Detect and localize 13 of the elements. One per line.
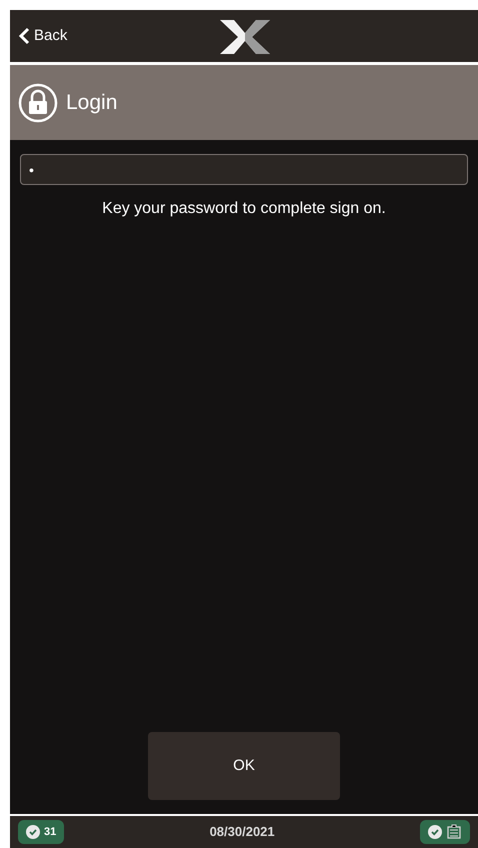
chevron-left-icon [18,27,30,45]
count-badge: 31 [18,820,64,844]
page-title: Login [66,90,118,116]
password-field[interactable]: • [20,154,468,185]
date-text: 08/30/2021 [210,823,275,842]
ok-button[interactable]: OK [148,732,340,800]
back-button[interactable]: Back [18,24,68,48]
prompt-text: Key your password to complete sign on. [101,199,387,219]
check-circle-icon [26,825,40,839]
register-icon [446,824,462,840]
lock-icon [18,82,58,122]
check-circle-icon [428,825,442,839]
x-logo-icon [220,20,270,54]
